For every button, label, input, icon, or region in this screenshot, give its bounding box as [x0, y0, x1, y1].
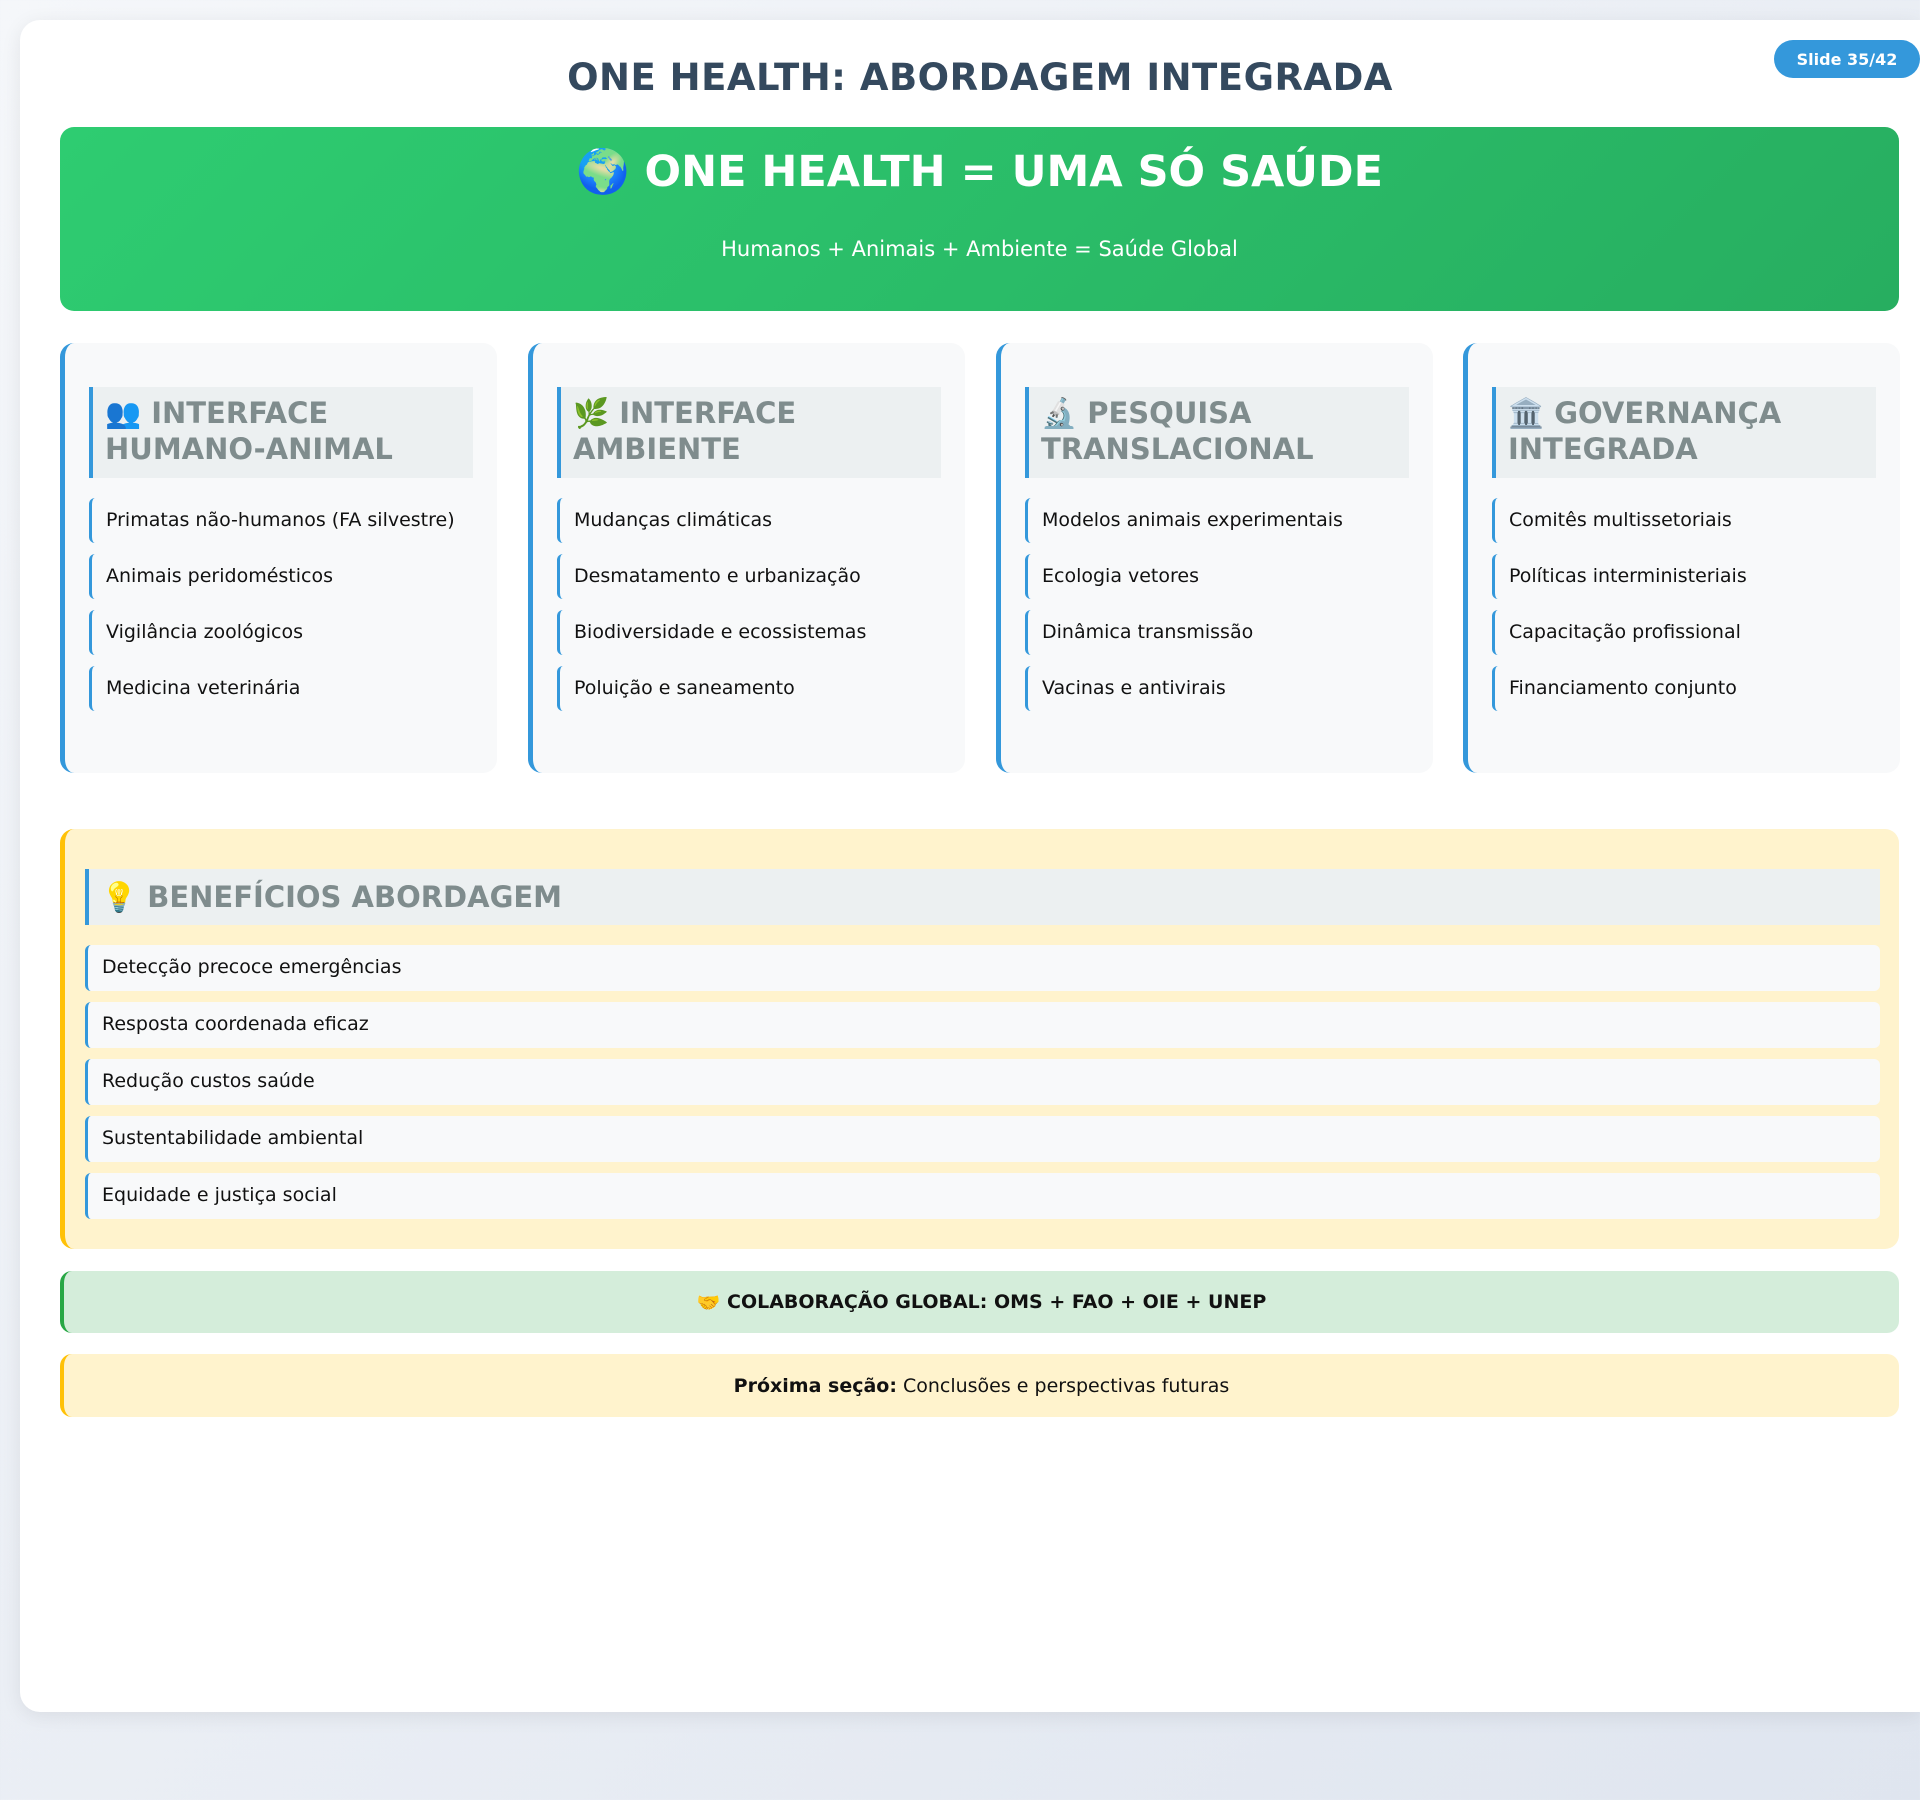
banner-heading: 🌍 ONE HEALTH = UMA SÓ SAÚDE — [60, 147, 1899, 197]
card-heading: 🔬 PESQUISA TRANSLACIONAL — [1025, 387, 1409, 478]
card-translational-research: 🔬 PESQUISA TRANSLACIONAL Modelos animais … — [996, 343, 1433, 773]
list-item: Desmatamento e urbanização — [557, 554, 941, 599]
list-item: Modelos animais experimentais — [1025, 498, 1409, 543]
banner-heading-text: ONE HEALTH = UMA SÓ SAÚDE — [644, 147, 1383, 197]
next-section-banner: Próxima seção: Conclusões e perspectivas … — [60, 1354, 1899, 1417]
card-heading: 🏛️ GOVERNANÇA INTEGRADA — [1492, 387, 1876, 478]
list-item: Primatas não-humanos (FA silvestre) — [89, 498, 473, 543]
next-section-text: Conclusões e perspectivas futuras — [902, 1374, 1230, 1397]
card-icon: 🏛️ — [1508, 396, 1545, 430]
benefit-item: Redução custos saúde — [85, 1059, 1880, 1105]
benefits-title: BENEFÍCIOS ABORDAGEM — [147, 880, 563, 914]
list-item: Capacitação profissional — [1492, 610, 1876, 655]
card-governance: 🏛️ GOVERNANÇA INTEGRADA Comitês multisset… — [1463, 343, 1900, 773]
card-icon: 🔬 — [1041, 396, 1078, 430]
list-item: Medicina veterinária — [89, 666, 473, 711]
list-item: Ecologia vetores — [1025, 554, 1409, 599]
card-icon: 🌿 — [573, 396, 610, 430]
banner-subtitle: Humanos + Animais + Ambiente = Saúde Glo… — [721, 237, 1238, 261]
list-item: Dinâmica transmissão — [1025, 610, 1409, 655]
list-item: Comitês multissetoriais — [1492, 498, 1876, 543]
card-title: INTERFACE HUMANO-ANIMAL — [105, 396, 393, 466]
one-health-banner: 🌍 ONE HEALTH = UMA SÓ SAÚDE Humanos + An… — [60, 127, 1899, 311]
card-human-animal: 👥 INTERFACE HUMANO-ANIMAL Primatas não-hu… — [60, 343, 497, 773]
card-title: PESQUISA TRANSLACIONAL — [1041, 396, 1314, 466]
list-item: Animais peridomésticos — [89, 554, 473, 599]
card-environment: 🌿 INTERFACE AMBIENTE Mudanças climáticas D… — [528, 343, 965, 773]
benefit-item: Equidade e justiça social — [85, 1173, 1880, 1219]
page-title: ONE HEALTH: ABORDAGEM INTEGRADA — [567, 56, 1393, 99]
card-title: GOVERNANÇA INTEGRADA — [1508, 396, 1782, 466]
list-item: Mudanças climáticas — [557, 498, 941, 543]
benefit-item: Sustentabilidade ambiental — [85, 1116, 1880, 1162]
handshake-icon: 🤝 — [696, 1291, 721, 1314]
benefit-item: Detecção precoce emergências — [85, 945, 1880, 991]
collaboration-banner: 🤝 COLABORAÇÃO GLOBAL: OMS + FAO + OIE + … — [60, 1271, 1899, 1333]
list-item: Vacinas e antivirais — [1025, 666, 1409, 711]
globe-icon: 🌍 — [576, 147, 630, 197]
list-item: Poluição e saneamento — [557, 666, 941, 711]
list-item: Biodiversidade e ecossistemas — [557, 610, 941, 655]
lightbulb-icon: 💡 — [101, 880, 138, 914]
benefits-section: 💡 BENEFÍCIOS ABORDAGEM Detecção precoce … — [60, 829, 1899, 1249]
benefits-heading: 💡 BENEFÍCIOS ABORDAGEM — [85, 869, 1880, 925]
card-icon: 👥 — [105, 396, 142, 430]
card-heading: 👥 INTERFACE HUMANO-ANIMAL — [89, 387, 473, 478]
list-item: Vigilância zoológicos — [89, 610, 473, 655]
benefit-item: Resposta coordenada eficaz — [85, 1002, 1880, 1048]
next-section-label: Próxima seção: — [733, 1374, 897, 1397]
collaboration-text: COLABORAÇÃO GLOBAL: OMS + FAO + OIE + UN… — [727, 1291, 1267, 1313]
list-item: Financiamento conjunto — [1492, 666, 1876, 711]
card-heading: 🌿 INTERFACE AMBIENTE — [557, 387, 941, 478]
list-item: Políticas interministeriais — [1492, 554, 1876, 599]
